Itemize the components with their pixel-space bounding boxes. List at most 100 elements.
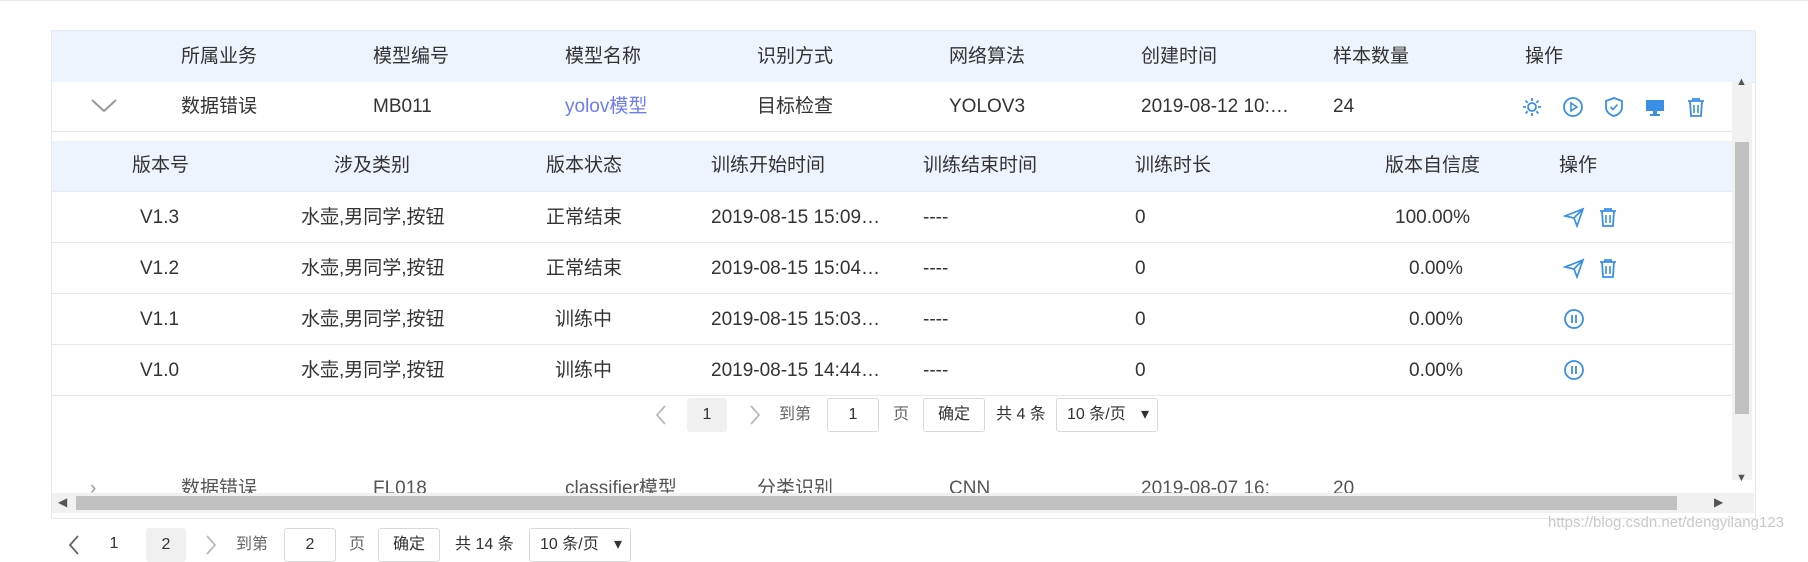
total-count: 共 14 条 xyxy=(455,536,514,553)
row-model-no: MB011 xyxy=(373,96,432,117)
scroll-up-icon[interactable]: ▲ xyxy=(1736,76,1747,88)
end-time-cell: ---- xyxy=(923,309,949,330)
row-business: 数据错误 xyxy=(181,96,258,117)
sub-header-actions: 操作 xyxy=(1559,155,1598,176)
table-row[interactable]: 数据错误 MB011 yolov模型 目标检查 YOLOV3 2019-08-1… xyxy=(52,82,1732,132)
header-actions: 操作 xyxy=(1525,46,1564,67)
subtable-header: 版本号 涉及类别 版本状态 训练开始时间 训练结束时间 训练时长 版本自信度 操… xyxy=(52,141,1732,192)
start-time-cell: 2019-08-15 15:04… xyxy=(711,258,881,279)
end-time-cell: ---- xyxy=(923,207,949,228)
confirm-button[interactable]: 确定 xyxy=(378,528,440,562)
confidence-cell: 0.00% xyxy=(1409,360,1463,381)
vertical-scroll-thumb[interactable] xyxy=(1735,142,1749,414)
end-time-cell: ---- xyxy=(923,360,949,381)
confirm-button[interactable]: 确定 xyxy=(923,398,985,432)
page-unit-label: 页 xyxy=(349,536,366,553)
duration-cell: 0 xyxy=(1135,207,1146,228)
version-cell: V1.2 xyxy=(140,258,180,279)
horizontal-scroll-thumb[interactable] xyxy=(76,496,1677,510)
sub-header-duration: 训练时长 xyxy=(1135,155,1212,176)
send-icon[interactable] xyxy=(1563,206,1585,228)
table-row: V1.0 水壶,男同学,按钮 训练中 2019-08-15 14:44… ---… xyxy=(52,345,1732,396)
prev-page-icon[interactable] xyxy=(67,534,81,556)
version-cell: V1.3 xyxy=(140,207,180,228)
version-subtable: 版本号 涉及类别 版本状态 训练开始时间 训练结束时间 训练时长 版本自信度 操… xyxy=(52,141,1732,469)
header-algorithm: 网络算法 xyxy=(949,46,1026,67)
sub-header-version: 版本号 xyxy=(132,155,190,176)
header-business: 所属业务 xyxy=(181,46,258,67)
status-cell: 正常结束 xyxy=(546,258,623,279)
model-name-link[interactable]: yolov模型 xyxy=(565,97,647,116)
page-size-value: 10 条/页 xyxy=(1067,406,1126,423)
scroll-left-icon[interactable]: ◀ xyxy=(58,495,67,509)
header-created: 创建时间 xyxy=(1141,46,1218,67)
pause-icon[interactable] xyxy=(1563,359,1585,381)
classes-cell: 水壶,男同学,按钮 xyxy=(301,360,445,381)
row-samples: 24 xyxy=(1333,96,1355,117)
classes-cell: 水壶,男同学,按钮 xyxy=(301,207,445,228)
page-size-select[interactable]: 10 条/页 ▾ xyxy=(1056,398,1158,432)
top-divider xyxy=(0,0,1808,1)
goto-page-input[interactable]: 2 xyxy=(284,528,336,562)
duration-cell: 0 xyxy=(1135,360,1146,381)
confidence-cell: 0.00% xyxy=(1409,258,1463,279)
duration-cell: 0 xyxy=(1135,258,1146,279)
page-size-select[interactable]: 10 条/页 ▾ xyxy=(529,528,631,562)
gear-icon[interactable] xyxy=(1521,96,1543,118)
caret-down-icon: ▾ xyxy=(1140,406,1149,423)
prev-page-icon[interactable] xyxy=(654,404,668,426)
trash-icon[interactable] xyxy=(1685,96,1707,118)
page-size-value: 10 条/页 xyxy=(540,536,599,553)
goto-label: 到第 xyxy=(236,536,269,553)
pause-icon[interactable] xyxy=(1563,308,1585,330)
header-samples: 样本数量 xyxy=(1333,46,1410,67)
classes-cell: 水壶,男同学,按钮 xyxy=(301,309,445,330)
goto-page-input[interactable]: 1 xyxy=(827,398,879,432)
monitor-icon[interactable] xyxy=(1644,96,1666,118)
scroll-right-icon[interactable]: ▶ xyxy=(1714,495,1723,509)
next-page-icon[interactable] xyxy=(748,404,762,426)
trash-icon[interactable] xyxy=(1597,206,1619,228)
vertical-scrollbar[interactable]: ▲ ▼ xyxy=(1732,76,1752,484)
status-cell: 训练中 xyxy=(555,360,613,381)
scroll-down-icon[interactable]: ▼ xyxy=(1736,472,1747,484)
model-table: 所属业务 模型编号 模型名称 识别方式 网络算法 创建时间 样本数量 操作 数据… xyxy=(51,30,1756,519)
page-number-current[interactable]: 2 xyxy=(146,528,186,562)
start-time-cell: 2019-08-15 14:44… xyxy=(711,360,881,381)
next-page-icon[interactable] xyxy=(204,534,218,556)
row-created: 2019-08-12 10:… xyxy=(1141,96,1289,117)
sub-header-start: 训练开始时间 xyxy=(711,155,826,176)
sub-header-classes: 涉及类别 xyxy=(334,155,411,176)
shield-icon[interactable] xyxy=(1603,96,1625,118)
page-number-current[interactable]: 1 xyxy=(687,398,727,432)
version-cell: V1.0 xyxy=(140,360,180,381)
start-time-cell: 2019-08-15 15:09… xyxy=(711,207,881,228)
table-row: V1.3 水壶,男同学,按钮 正常结束 2019-08-15 15:09… --… xyxy=(52,192,1732,243)
row-recognition: 目标检查 xyxy=(757,96,834,117)
header-model-name: 模型名称 xyxy=(565,46,642,67)
watermark: https://blog.csdn.net/dengyilang123 xyxy=(1548,514,1785,531)
play-icon[interactable] xyxy=(1562,96,1584,118)
page-number[interactable]: 1 xyxy=(102,528,126,562)
header-model-no: 模型编号 xyxy=(373,46,450,67)
goto-label: 到第 xyxy=(779,406,812,423)
main-table-header: 所属业务 模型编号 模型名称 识别方式 网络算法 创建时间 样本数量 操作 xyxy=(52,30,1755,83)
sub-header-end: 训练结束时间 xyxy=(923,155,1038,176)
duration-cell: 0 xyxy=(1135,309,1146,330)
end-time-cell: ---- xyxy=(923,258,949,279)
sub-header-confidence: 版本自信度 xyxy=(1385,155,1481,176)
row-actions xyxy=(1521,96,1721,118)
confidence-cell: 0.00% xyxy=(1409,309,1463,330)
table-row: V1.2 水壶,男同学,按钮 正常结束 2019-08-15 15:04… --… xyxy=(52,243,1732,294)
version-cell: V1.1 xyxy=(140,309,180,330)
chevron-down-icon[interactable] xyxy=(90,98,117,113)
total-count: 共 4 条 xyxy=(996,406,1046,423)
header-recognition: 识别方式 xyxy=(757,46,834,67)
status-cell: 正常结束 xyxy=(546,207,623,228)
send-icon[interactable] xyxy=(1563,257,1585,279)
classes-cell: 水壶,男同学,按钮 xyxy=(301,258,445,279)
table-row: V1.1 水壶,男同学,按钮 训练中 2019-08-15 15:03… ---… xyxy=(52,294,1732,345)
horizontal-scrollbar[interactable]: ◀ ▶ xyxy=(52,493,1754,513)
status-cell: 训练中 xyxy=(555,309,613,330)
trash-icon[interactable] xyxy=(1597,257,1619,279)
